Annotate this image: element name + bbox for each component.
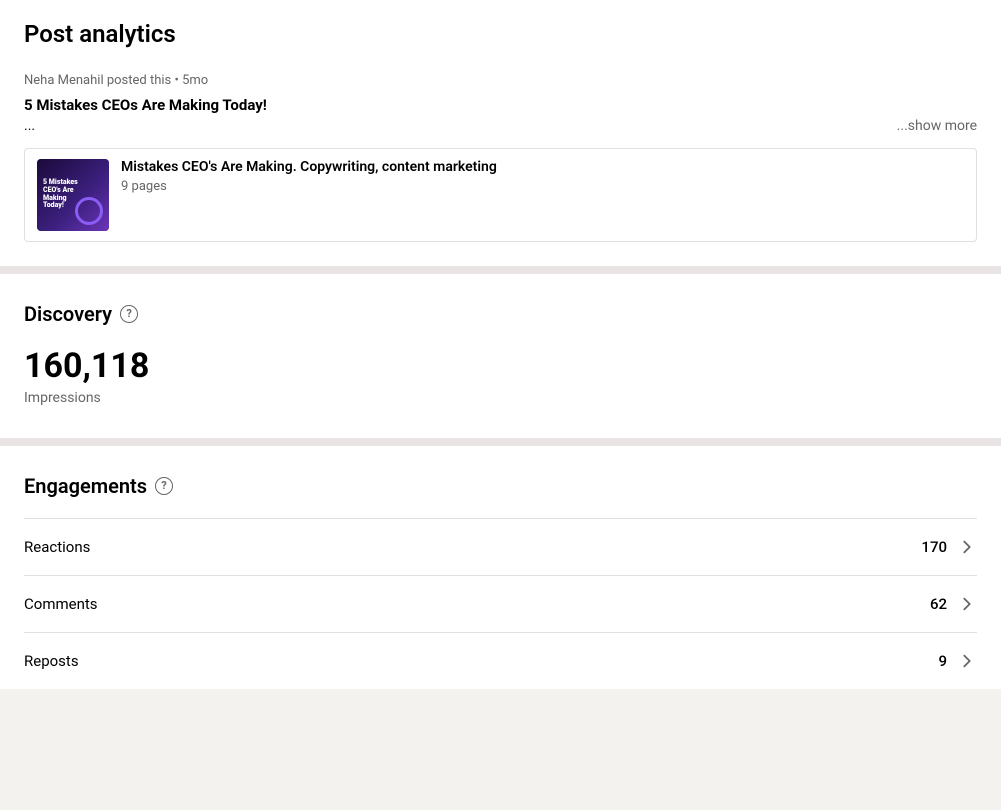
discovery-section: Discovery ? 160,118 Impressions [0,274,1001,446]
engagement-count: 170 [921,538,947,556]
engagement-count: 62 [930,595,947,613]
engagement-label: Comments [24,595,98,613]
page-title: Post analytics [24,20,977,49]
arrow-icon [957,537,977,557]
discovery-help-icon[interactable]: ? [120,305,138,323]
arrow-icon [957,594,977,614]
post-thumbnail: 5 Mistakes CEO's Are Making Today! [37,159,109,231]
post-card[interactable]: 5 Mistakes CEO's Are Making Today! Mista… [24,148,977,242]
engagement-right: 62 [930,594,977,614]
engagements-help-icon[interactable]: ? [155,477,173,495]
post-meta: Neha Menahil posted this • 5mo [24,73,977,88]
post-card-subtitle: 9 pages [121,179,964,194]
discovery-header: Discovery ? [24,302,977,326]
engagements-rows: Reactions 170 Comments 62 Re [24,518,977,689]
engagements-title: Engagements [24,474,147,498]
post-card-title: Mistakes CEO's Are Making. Copywriting, … [121,159,964,175]
show-more-button[interactable]: ...show more [897,118,977,134]
post-card-content: Mistakes CEO's Are Making. Copywriting, … [121,159,964,194]
page-container: Post analytics Neha Menahil posted this … [0,0,1001,689]
post-section: Post analytics Neha Menahil posted this … [0,0,1001,274]
engagement-count: 9 [938,652,947,670]
thumbnail-decoration [75,197,103,225]
engagement-row-comments[interactable]: Comments 62 [24,575,977,632]
engagement-row-reposts[interactable]: Reposts 9 [24,632,977,689]
impressions-number: 160,118 [24,346,977,386]
post-preview-ellipsis: ... [24,118,35,134]
engagement-right: 9 [938,651,977,671]
post-title: 5 Mistakes CEOs Are Making Today! [24,96,977,114]
engagement-right: 170 [921,537,977,557]
engagement-label: Reactions [24,538,90,556]
engagements-section: Engagements ? Reactions 170 Comments 62 [0,446,1001,689]
post-preview-row: ... ...show more [24,118,977,134]
engagement-row-reactions[interactable]: Reactions 170 [24,518,977,575]
impressions-label: Impressions [24,390,977,406]
engagements-header: Engagements ? [24,474,977,498]
arrow-icon [957,651,977,671]
discovery-title: Discovery [24,302,112,326]
engagement-label: Reposts [24,652,79,670]
